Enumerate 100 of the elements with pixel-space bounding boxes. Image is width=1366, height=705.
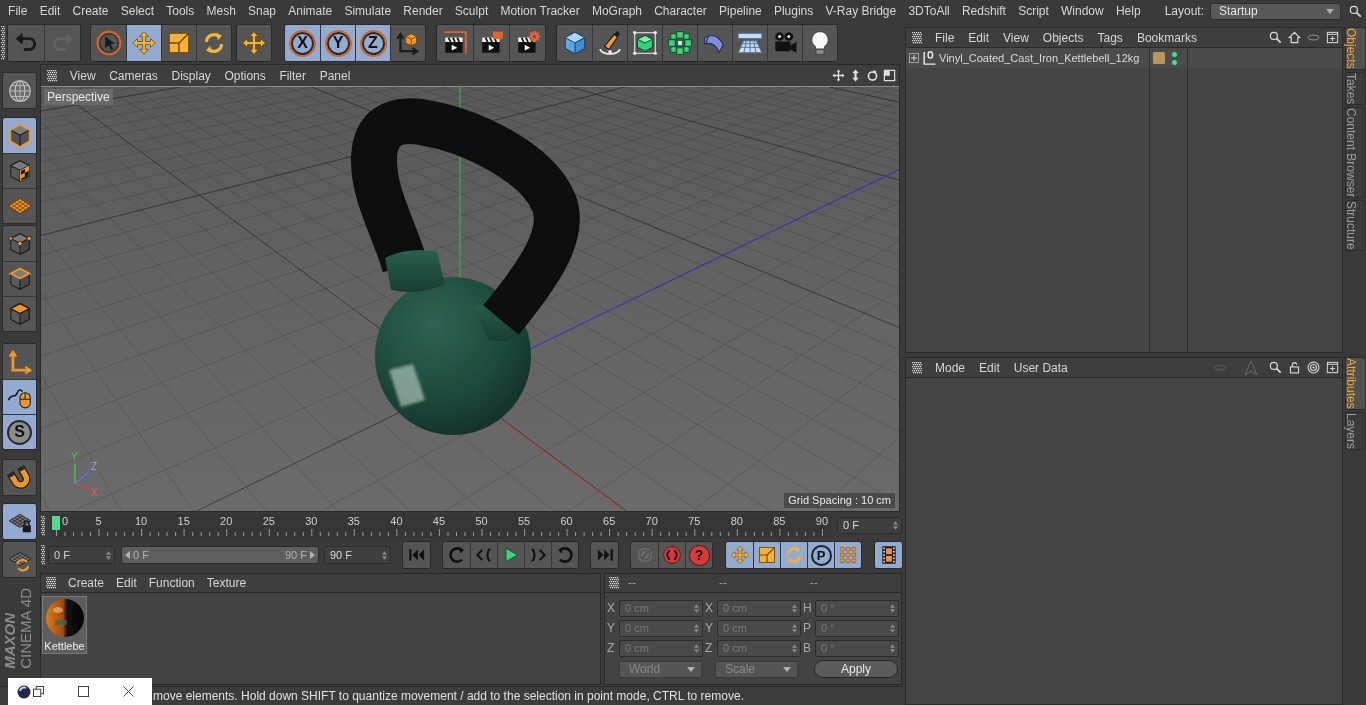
plus-box-icon[interactable] bbox=[1326, 361, 1339, 374]
snap-button[interactable] bbox=[3, 460, 36, 495]
grid-rotate-button[interactable] bbox=[3, 542, 36, 577]
menu-item[interactable]: Options bbox=[217, 69, 273, 82]
deformer-button[interactable] bbox=[697, 25, 732, 61]
grid-lock-button[interactable] bbox=[3, 504, 36, 539]
menu-item[interactable]: Edit bbox=[972, 361, 1007, 374]
home-icon[interactable] bbox=[1288, 31, 1301, 44]
go-to-end-button[interactable] bbox=[591, 542, 618, 568]
selection-tool-button[interactable] bbox=[91, 25, 126, 61]
menu-item[interactable]: View bbox=[63, 69, 103, 82]
search-icon[interactable] bbox=[1269, 31, 1282, 44]
side-tab[interactable]: Layers bbox=[1345, 411, 1366, 450]
object-name[interactable]: Vinyl_Coated_Cast_Iron_Kettlebell_12kg bbox=[939, 52, 1140, 64]
rotate-view-icon[interactable] bbox=[866, 69, 879, 82]
menu-item[interactable]: MoGraph bbox=[585, 5, 649, 17]
menu-item[interactable]: Character bbox=[648, 5, 713, 17]
point-level-key-button[interactable] bbox=[834, 542, 861, 568]
menu-item[interactable]: Script bbox=[1012, 5, 1055, 17]
menu-item[interactable]: File bbox=[928, 31, 962, 44]
play-button[interactable] bbox=[497, 542, 524, 568]
move-tool-button[interactable] bbox=[126, 25, 161, 61]
menu-item[interactable]: View bbox=[996, 31, 1036, 44]
close-icon[interactable] bbox=[123, 686, 134, 697]
texture-mode-button[interactable] bbox=[3, 153, 36, 188]
side-tab[interactable]: Objects bbox=[1345, 27, 1366, 70]
visibility-dot-icon[interactable] bbox=[1172, 59, 1177, 65]
model-mode-button[interactable] bbox=[3, 118, 36, 153]
visibility-dot-icon[interactable] bbox=[1172, 51, 1177, 57]
cloner-button[interactable] bbox=[662, 25, 697, 61]
render-settings-button[interactable] bbox=[509, 25, 545, 61]
tweak-mode-button[interactable] bbox=[3, 379, 36, 414]
subdivision-button[interactable] bbox=[627, 25, 662, 61]
menu-item[interactable]: Bookmarks bbox=[1129, 31, 1204, 44]
menu-item[interactable]: Redshift bbox=[955, 5, 1013, 17]
maximize-icon[interactable] bbox=[78, 686, 89, 697]
autokey-button[interactable] bbox=[658, 542, 685, 568]
side-tab[interactable]: Content Browser bbox=[1345, 107, 1366, 199]
axis-lock-button[interactable]: X bbox=[285, 25, 320, 61]
menu-item[interactable]: Mode bbox=[928, 361, 973, 374]
end-frame-field[interactable]: 90 F bbox=[324, 546, 391, 564]
menu-item[interactable]: Mesh bbox=[200, 5, 242, 17]
workplane-mode-button[interactable] bbox=[3, 188, 36, 223]
menu-item[interactable]: 3DToAll bbox=[902, 5, 956, 17]
target-icon[interactable] bbox=[1307, 361, 1320, 374]
menu-item[interactable]: Function bbox=[142, 577, 201, 589]
previous-key-button[interactable] bbox=[443, 542, 470, 568]
menu-item[interactable]: Create bbox=[66, 5, 115, 17]
pan-arrows-icon[interactable] bbox=[832, 69, 845, 82]
menu-item[interactable]: Create bbox=[62, 577, 111, 589]
render-picture-button[interactable] bbox=[473, 25, 509, 61]
timeline-button[interactable] bbox=[875, 542, 902, 568]
current-frame-field[interactable]: 0 F bbox=[837, 517, 902, 534]
menu-item[interactable]: Animate bbox=[282, 5, 339, 17]
make-editable-button[interactable] bbox=[3, 73, 36, 108]
menu-item[interactable]: Edit bbox=[961, 31, 997, 44]
menu-item[interactable]: Simulate bbox=[338, 5, 398, 17]
menu-item[interactable]: Texture bbox=[200, 577, 253, 589]
menu-item[interactable]: Window bbox=[1054, 5, 1110, 17]
menu-item[interactable]: Tags bbox=[1090, 31, 1130, 44]
lock-icon[interactable] bbox=[1288, 361, 1301, 374]
rotate-tool-button[interactable] bbox=[196, 25, 231, 61]
plus-box-icon[interactable] bbox=[1326, 31, 1339, 44]
object-row[interactable]: Vinyl_Coated_Cast_Iron_Kettlebell_12kg bbox=[906, 48, 1342, 68]
solo-button[interactable]: S bbox=[3, 414, 36, 449]
menu-item[interactable]: Plugins bbox=[767, 5, 820, 17]
oval-icon[interactable] bbox=[1307, 31, 1320, 44]
side-tab[interactable]: Attributes bbox=[1345, 357, 1366, 410]
axis-mode-button[interactable] bbox=[3, 344, 36, 379]
pen-button[interactable] bbox=[592, 25, 627, 61]
coordinate-system-button[interactable] bbox=[390, 25, 425, 61]
menu-item[interactable]: File bbox=[2, 5, 34, 17]
restore-icon[interactable] bbox=[33, 686, 44, 697]
menu-item[interactable]: Snap bbox=[241, 5, 283, 17]
menu-item[interactable]: User Data bbox=[1006, 361, 1075, 374]
axis-lock-button[interactable]: Z bbox=[355, 25, 390, 61]
menu-item[interactable]: Help bbox=[1109, 5, 1147, 17]
previous-frame-button[interactable] bbox=[470, 542, 497, 568]
menu-item[interactable]: Filter bbox=[272, 69, 313, 82]
menu-item[interactable]: Objects bbox=[1035, 31, 1091, 44]
menu-item[interactable]: V-Ray Bridge bbox=[819, 5, 903, 17]
menu-item[interactable]: Tools bbox=[160, 5, 201, 17]
viewport-canvas[interactable]: Perspective Y Z X Grid Spacing : 10 cm bbox=[41, 86, 899, 511]
floor-button[interactable] bbox=[732, 25, 767, 61]
maximize-view-icon[interactable] bbox=[883, 69, 896, 82]
menu-item[interactable]: Motion Tracker bbox=[494, 5, 586, 17]
menu-item[interactable]: Pipeline bbox=[712, 5, 768, 17]
menu-item[interactable]: Display bbox=[164, 69, 218, 82]
edges-mode-button[interactable] bbox=[3, 261, 36, 296]
side-tab[interactable]: Takes bbox=[1345, 71, 1366, 106]
points-mode-button[interactable] bbox=[3, 226, 36, 261]
expand-icon[interactable] bbox=[909, 53, 919, 63]
layout-dropdown[interactable]: Startup bbox=[1210, 2, 1341, 20]
search-icon[interactable] bbox=[1269, 361, 1282, 374]
menu-item[interactable]: Panel bbox=[312, 69, 358, 82]
menu-item[interactable]: Render bbox=[397, 5, 449, 17]
rotation-key-button[interactable] bbox=[780, 542, 807, 568]
side-tab[interactable]: Structure bbox=[1345, 200, 1366, 252]
go-to-start-button[interactable] bbox=[403, 542, 430, 568]
scale-key-button[interactable] bbox=[753, 542, 780, 568]
